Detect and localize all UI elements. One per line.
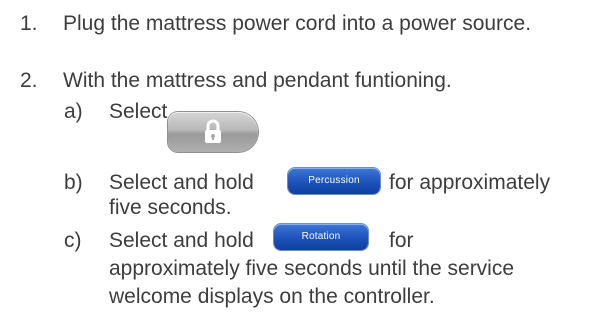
substep-label: a) (64, 100, 83, 123)
step-number: 1. (20, 12, 38, 35)
substep-text: Select and hold (109, 171, 254, 194)
substep-text: Select (109, 100, 168, 123)
substep-text: Select and hold (109, 229, 254, 252)
substep-text-cont: welcome displays on the controller. (109, 285, 435, 308)
step-number: 2. (20, 69, 38, 92)
substep-text: for (389, 229, 414, 252)
lock-icon (203, 119, 223, 145)
percussion-button[interactable]: Percussion (288, 168, 380, 194)
substep-text: for approximately (389, 171, 551, 194)
substep-label: b) (64, 171, 83, 194)
substep-text-cont: approximately five seconds until the ser… (109, 257, 515, 280)
rotation-button[interactable]: Rotation (274, 224, 368, 250)
step-text: Plug the mattress power cord into a powe… (63, 12, 532, 35)
substep-label: c) (64, 229, 82, 252)
substep-text-cont: five seconds. (109, 196, 232, 219)
step-text: With the mattress and pendant funtioning… (63, 69, 452, 92)
lock-button[interactable] (168, 112, 258, 152)
